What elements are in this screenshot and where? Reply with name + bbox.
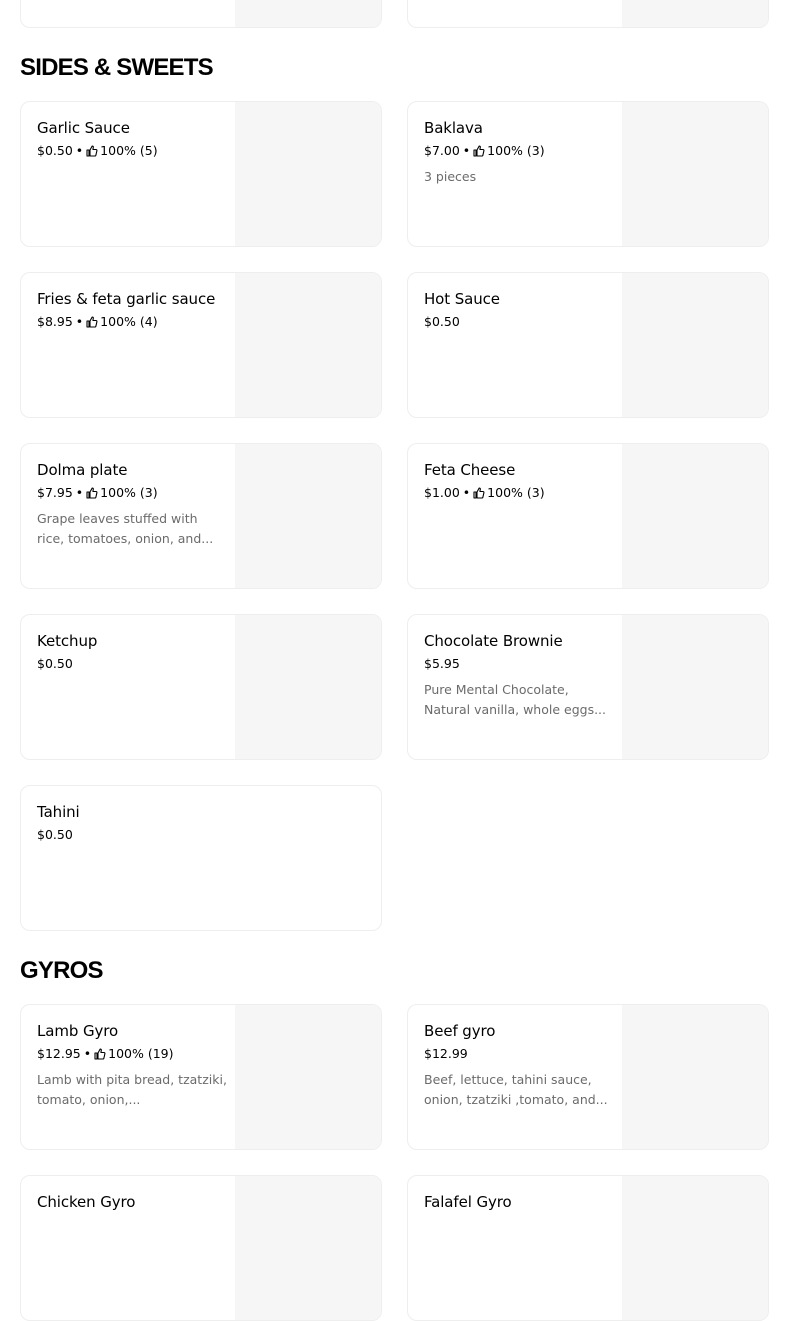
menu-item-card[interactable]: Tahini $0.50 [20, 785, 382, 931]
menu-item-name: Tahini [37, 803, 80, 821]
menu-item-image [622, 102, 768, 246]
menu-item-image [235, 273, 381, 417]
menu-item-card[interactable]: Baklava $7.00 • 100% (3) 3 pieces [407, 101, 769, 247]
menu-item-card[interactable]: Lamb Gyro $12.95 • 100% (19) Lamb with p… [20, 1004, 382, 1150]
menu-item-card[interactable]: Hot Sauce $0.50 [407, 272, 769, 418]
menu-item-name: Falafel Gyro [424, 1193, 512, 1211]
menu-item-name: Beef gyro [424, 1022, 496, 1040]
menu-item-rating: 100% (4) [100, 314, 158, 329]
separator: • [462, 143, 471, 158]
menu-item-rating: 100% (3) [487, 143, 545, 158]
menu-item-price: $8.95 [37, 314, 73, 329]
menu-item-meta: $7.95 • 100% (3) [37, 485, 227, 501]
menu-item-image [622, 1176, 768, 1320]
thumbs-up-icon [94, 1048, 106, 1060]
menu-item-name: Lamb Gyro [37, 1022, 119, 1040]
menu-item-meta: $8.95 • 100% (4) [37, 314, 227, 330]
menu-item-rating: 100% (3) [100, 485, 158, 500]
menu-item-price: $7.95 [37, 485, 73, 500]
menu-item-description: Grape leaves stuffed with rice, tomatoes… [37, 511, 214, 546]
menu-item-price: $12.99 [424, 1046, 468, 1061]
menu-item-rating: 100% (19) [108, 1046, 174, 1061]
menu-item-name: Hot Sauce [424, 290, 500, 308]
menu-item-image [622, 444, 768, 588]
separator: • [75, 314, 84, 329]
menu-item-price: $1.00 [424, 485, 460, 500]
menu-item-rating: 100% (3) [487, 485, 545, 500]
menu-item-description: 3 pieces [424, 169, 477, 184]
menu-item-meta: $0.50 [37, 656, 227, 672]
separator: • [75, 485, 84, 500]
menu-item-card[interactable]: Dolma plate $7.95 • 100% (3) Grape leave… [20, 443, 382, 589]
menu-item-description: Beef, lettuce, tahini sauce, onion, tzat… [424, 1072, 608, 1107]
section-title-sides-sweets: SIDES & SWEETS [20, 54, 214, 81]
menu-item-meta: $0.50 [424, 314, 614, 330]
section-title-gyros: GYROS [20, 957, 103, 984]
menu-item-price: $5.95 [424, 656, 460, 671]
menu-item-card-previous[interactable] [20, 0, 382, 28]
menu-item-description: Pure Mental Chocolate, Natural vanilla, … [424, 682, 607, 717]
menu-item-card[interactable]: Chicken Gyro [20, 1175, 382, 1321]
menu-item-meta: $0.50 • 100% (5) [37, 143, 227, 159]
menu-item-card[interactable]: Feta Cheese $1.00 • 100% (3) [407, 443, 769, 589]
menu-item-card[interactable]: Chocolate Brownie $5.95 Pure Mental Choc… [407, 614, 769, 760]
menu-item-price: $12.95 [37, 1046, 81, 1061]
menu-item-image [622, 273, 768, 417]
menu-item-image [622, 615, 768, 759]
menu-item-image [235, 1176, 381, 1320]
separator: • [83, 1046, 92, 1061]
separator: • [462, 485, 471, 500]
menu-item-price: $0.50 [37, 656, 73, 671]
menu-item-card[interactable]: Garlic Sauce $0.50 • 100% (5) [20, 101, 382, 247]
menu-item-meta: $12.99 [424, 1046, 614, 1062]
menu-item-meta: $5.95 [424, 656, 614, 672]
menu-item-price: $0.50 [37, 827, 73, 842]
thumbs-up-icon [473, 145, 485, 157]
menu-item-card[interactable]: Beef gyro $12.99 Beef, lettuce, tahini s… [407, 1004, 769, 1150]
thumbs-up-icon [86, 487, 98, 499]
menu-item-name: Feta Cheese [424, 461, 516, 479]
menu-item-card[interactable]: Falafel Gyro [407, 1175, 769, 1321]
thumbs-up-icon [86, 145, 98, 157]
menu-item-meta: $7.00 • 100% (3) [424, 143, 614, 159]
menu-item-card[interactable]: Fries & feta garlic sauce $8.95 • 100% (… [20, 272, 382, 418]
menu-item-meta: $12.95 • 100% (19) [37, 1046, 227, 1062]
menu-item-meta: $1.00 • 100% (3) [424, 485, 614, 501]
menu-item-meta: $0.50 [37, 827, 357, 843]
menu-item-card-previous[interactable] [407, 0, 769, 28]
menu-item-name: Chicken Gyro [37, 1193, 136, 1211]
menu-item-name: Fries & feta garlic sauce [37, 290, 216, 308]
menu-item-image [235, 1005, 381, 1149]
menu-item-name: Ketchup [37, 632, 98, 650]
menu-item-name: Dolma plate [37, 461, 128, 479]
menu-item-rating: 100% (5) [100, 143, 158, 158]
menu-item-card[interactable]: Ketchup $0.50 [20, 614, 382, 760]
menu-item-image [235, 0, 381, 27]
menu-item-price: $0.50 [424, 314, 460, 329]
menu-item-name: Garlic Sauce [37, 119, 130, 137]
menu-item-name: Chocolate Brownie [424, 632, 563, 650]
menu-item-description: Lamb with pita bread, tzatziki, tomato, … [37, 1072, 227, 1107]
thumbs-up-icon [473, 487, 485, 499]
menu-item-image [235, 102, 381, 246]
menu-item-name: Baklava [424, 119, 483, 137]
menu-item-image [622, 1005, 768, 1149]
menu-item-price: $0.50 [37, 143, 73, 158]
menu-item-price: $7.00 [424, 143, 460, 158]
separator: • [75, 143, 84, 158]
menu-item-image [622, 0, 768, 27]
menu-item-image [235, 615, 381, 759]
thumbs-up-icon [86, 316, 98, 328]
menu-item-image [235, 444, 381, 588]
